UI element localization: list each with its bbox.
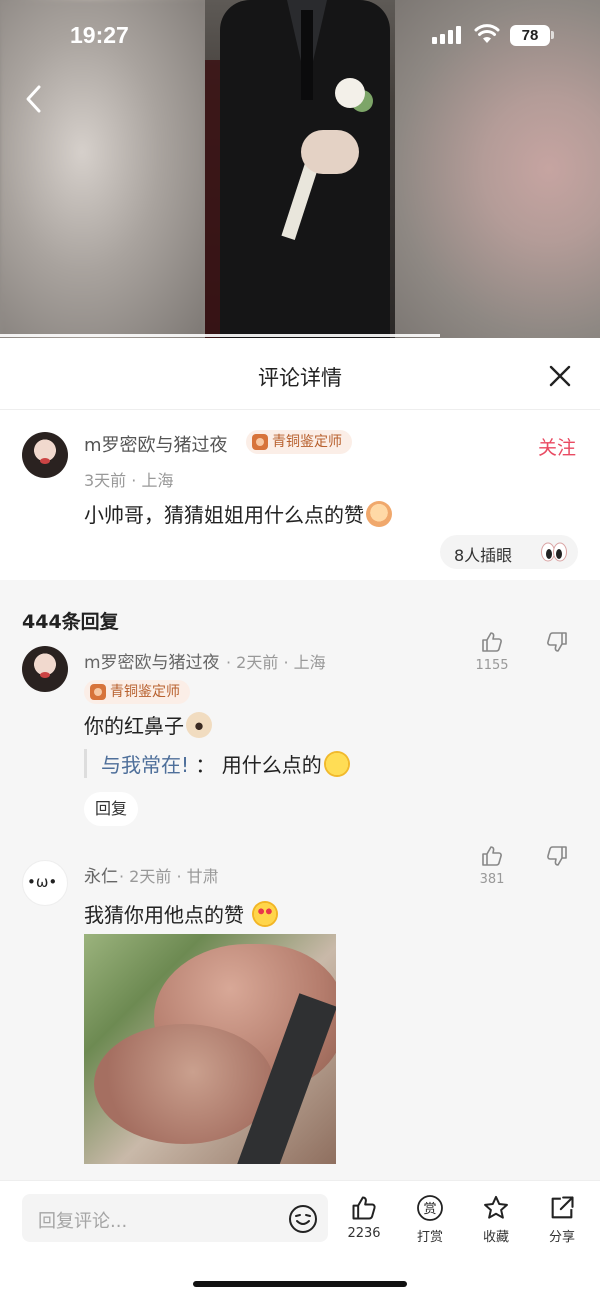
reply-input[interactable]: 回复评论... [22, 1194, 328, 1242]
badge-icon [90, 684, 106, 700]
emoji-icon[interactable] [288, 1204, 318, 1234]
share-label: 分享 [548, 1230, 575, 1245]
comment-username[interactable]: m罗密欧与猪过夜 [84, 431, 228, 457]
badge-label: 青铜鉴定师 [272, 434, 342, 450]
reply-meta: · 2天前 · 上海 [226, 653, 326, 672]
bottom-bar: 回复评论... 2236 赏 打赏 收藏 分享 [0, 1180, 600, 1298]
comment-text[interactable]: 小帅哥，猜猜姐姐用什么点的赞 [84, 499, 392, 528]
badge-label: 青铜鉴定师 [110, 684, 180, 700]
battery-indicator: 78 [510, 25, 550, 46]
close-icon[interactable] [548, 364, 572, 388]
reply-button[interactable]: 回复 [84, 792, 138, 826]
peek-label: 8人插眼 [454, 546, 513, 565]
home-indicator[interactable] [193, 1281, 407, 1287]
reply-image[interactable] [84, 934, 336, 1164]
thumb-up-icon [482, 632, 502, 652]
video-flower [335, 78, 365, 108]
peek-button[interactable]: 8人插眼 [440, 535, 578, 569]
reply-meta: · 2天前 · 甘肃 [119, 867, 219, 886]
praying-hands-emoji-icon [366, 501, 392, 527]
reply-username[interactable]: m罗密欧与猪过夜 [84, 648, 220, 673]
main-comment: m罗密欧与猪过夜 青铜鉴定师 关注 3天前 · 上海 小帅哥，猜猜姐姐用什么点的… [0, 410, 600, 580]
video-progress-bar[interactable] [0, 334, 440, 337]
like-action-count: 2236 [347, 1226, 381, 1241]
heart-eyes-emoji-icon [252, 901, 279, 927]
reply-username[interactable]: 永仁 [84, 862, 118, 887]
thumb-up-icon [352, 1196, 376, 1220]
status-time: 19:27 [70, 22, 129, 48]
dizzy-face-emoji-icon [323, 751, 350, 777]
eyes-emoji-icon [541, 542, 567, 562]
reply-text-body: 你的红鼻子 [84, 714, 184, 738]
signal-icon [432, 26, 461, 44]
thumb-up-icon [482, 846, 502, 866]
badge-icon [252, 434, 268, 450]
avatar[interactable] [22, 860, 68, 906]
tip-action[interactable]: 赏 打赏 [402, 1194, 458, 1245]
wifi-icon [474, 24, 500, 43]
dislike-button[interactable] [537, 844, 577, 868]
follow-button[interactable]: 关注 [538, 433, 576, 460]
dislike-button[interactable] [537, 630, 577, 654]
red-nose-emoji-icon [186, 712, 212, 738]
reply-text[interactable]: 你的红鼻子 [84, 710, 212, 739]
like-count: 381 [479, 872, 505, 887]
like-action[interactable]: 2236 [336, 1194, 392, 1241]
quoted-text: 用什么点的 [221, 753, 322, 777]
sheet-header: 评论详情 [0, 338, 600, 410]
reward-icon: 赏 [417, 1195, 443, 1221]
comment-detail-sheet: 评论详情 m罗密欧与猪过夜 青铜鉴定师 关注 3天前 · 上海 小帅哥，猜猜姐姐… [0, 338, 600, 1298]
svg-text:赏: 赏 [423, 1202, 436, 1217]
avatar[interactable] [22, 432, 68, 478]
level-badge: 青铜鉴定师 [246, 430, 352, 454]
collect-label: 收藏 [482, 1230, 509, 1245]
star-icon [484, 1195, 508, 1219]
quoted-reply[interactable]: 与我常在! ： 用什么点的 [84, 749, 350, 778]
peach-shape [94, 1024, 274, 1144]
thumb-down-icon [547, 846, 567, 866]
back-icon[interactable] [20, 82, 48, 116]
like-count: 1155 [475, 658, 509, 673]
share-icon [551, 1196, 574, 1219]
thumb-down-icon [547, 632, 567, 652]
reply-count: 444条回复 [22, 611, 119, 633]
reply-text-body: 我猜你用他点的赞 [84, 903, 244, 927]
status-bar: 19:27 78 [0, 0, 600, 72]
comment-text-body: 小帅哥，猜猜姐姐用什么点的赞 [84, 503, 364, 527]
like-button[interactable]: 381 [472, 844, 512, 887]
collect-action[interactable]: 收藏 [468, 1194, 524, 1245]
comment-meta: 3天前 · 上海 [84, 471, 174, 490]
battery-tip [551, 31, 554, 39]
share-action[interactable]: 分享 [534, 1194, 590, 1245]
sheet-title: 评论详情 [258, 366, 342, 390]
avatar[interactable] [22, 646, 68, 692]
reply-input-placeholder: 回复评论... [38, 1211, 128, 1232]
reply-text[interactable]: 我猜你用他点的赞 [84, 899, 279, 928]
video-hand [301, 130, 359, 174]
tip-label: 打赏 [416, 1230, 443, 1245]
level-badge: 青铜鉴定师 [84, 680, 190, 704]
quoted-username[interactable]: 与我常在! [101, 753, 189, 777]
like-button[interactable]: 1155 [472, 630, 512, 673]
quote-separator: ： [195, 753, 216, 777]
